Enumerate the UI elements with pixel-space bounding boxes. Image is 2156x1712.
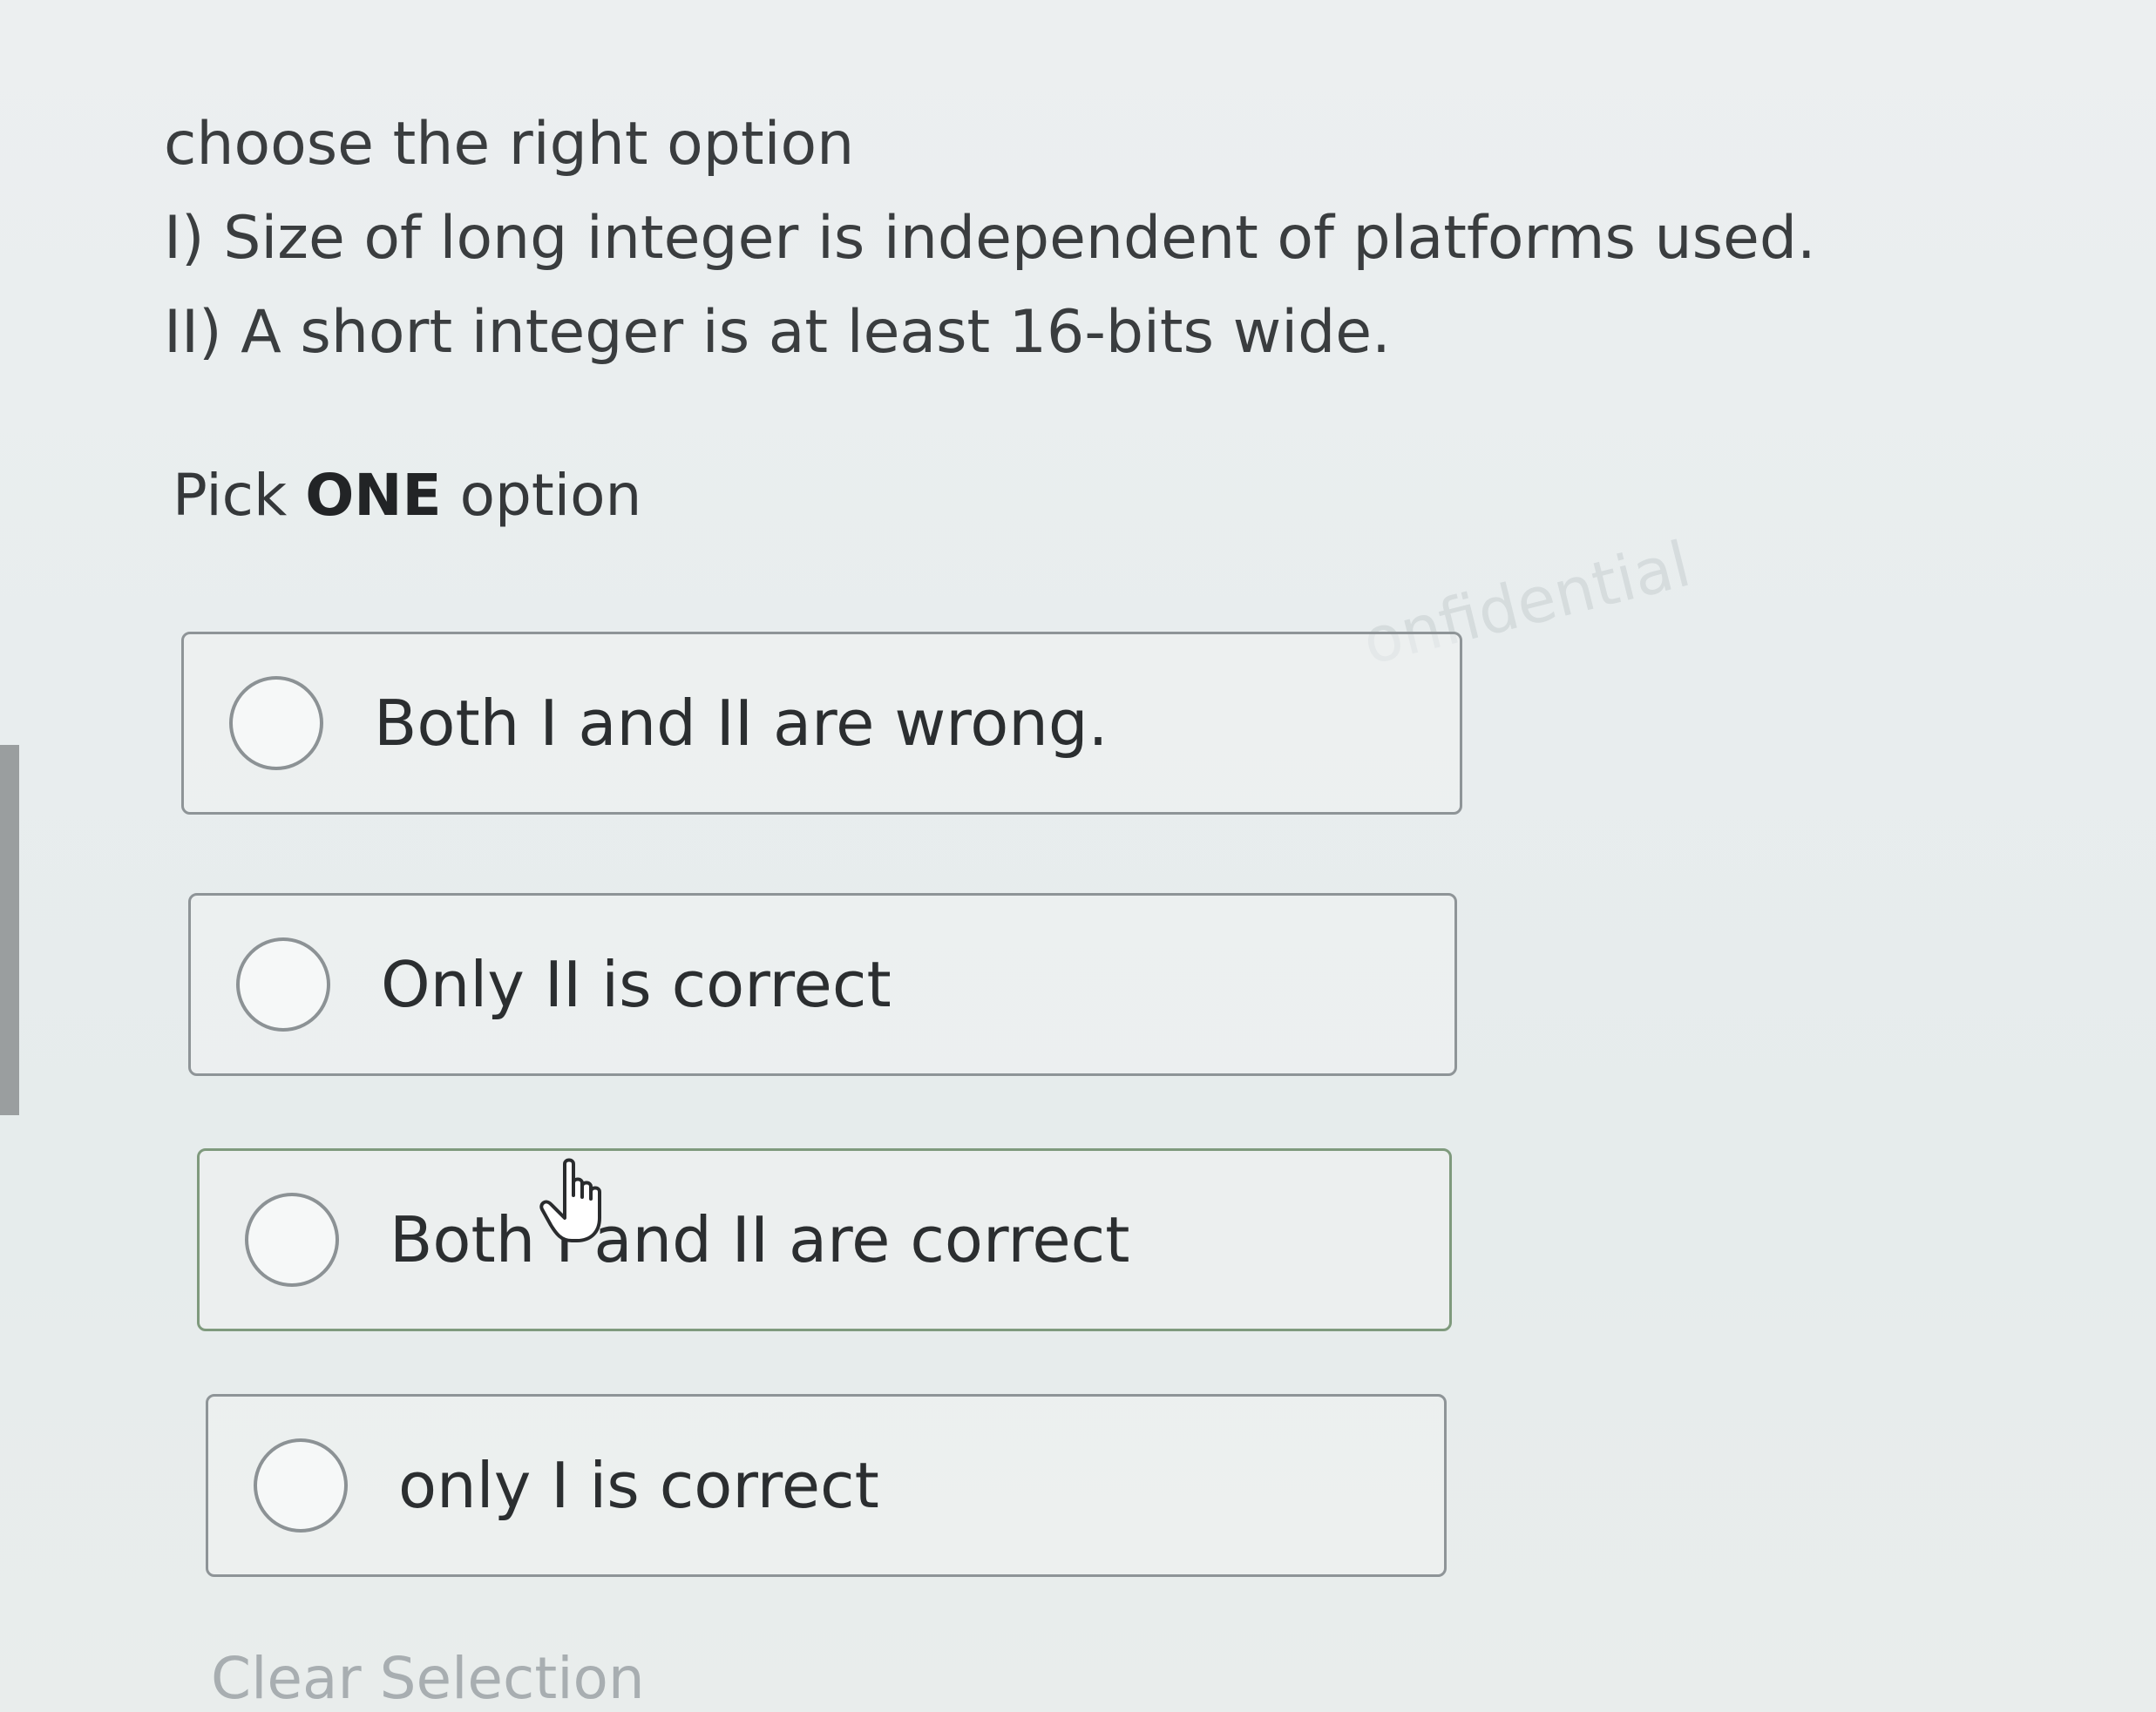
quiz-page: choose the right option I) Size of long … xyxy=(0,0,2156,1712)
instruction-emphasis: ONE xyxy=(305,462,442,529)
instruction-prefix: Pick xyxy=(173,462,306,529)
radio-unchecked-icon[interactable] xyxy=(245,1193,339,1287)
instruction-suffix: option xyxy=(441,462,642,529)
radio-unchecked-icon[interactable] xyxy=(229,676,323,770)
side-scrollbar[interactable] xyxy=(0,745,19,1115)
option-label: Both I and II are correct xyxy=(390,1203,1130,1276)
option-both-correct[interactable]: Both I and II are correct xyxy=(197,1148,1452,1331)
option-both-wrong[interactable]: Both I and II are wrong. xyxy=(181,632,1462,815)
instruction-text: Pick ONE option xyxy=(173,462,641,529)
option-label: only I is correct xyxy=(398,1449,879,1522)
option-label: Only II is correct xyxy=(381,948,892,1021)
radio-unchecked-icon[interactable] xyxy=(254,1438,348,1533)
question-line: choose the right option xyxy=(164,110,855,179)
clear-selection-link[interactable]: Clear Selection xyxy=(211,1645,645,1712)
radio-unchecked-icon[interactable] xyxy=(236,937,330,1032)
option-only-ii-correct[interactable]: Only II is correct xyxy=(188,893,1457,1076)
option-label: Both I and II are wrong. xyxy=(374,687,1109,760)
hand-pointer-icon xyxy=(539,1158,601,1242)
question-line: I) Size of long integer is independent o… xyxy=(164,204,1816,273)
option-only-i-correct[interactable]: only I is correct xyxy=(206,1394,1447,1577)
question-line: II) A short integer is at least 16-bits … xyxy=(164,298,1391,367)
question-text: choose the right option I) Size of long … xyxy=(164,98,1816,380)
